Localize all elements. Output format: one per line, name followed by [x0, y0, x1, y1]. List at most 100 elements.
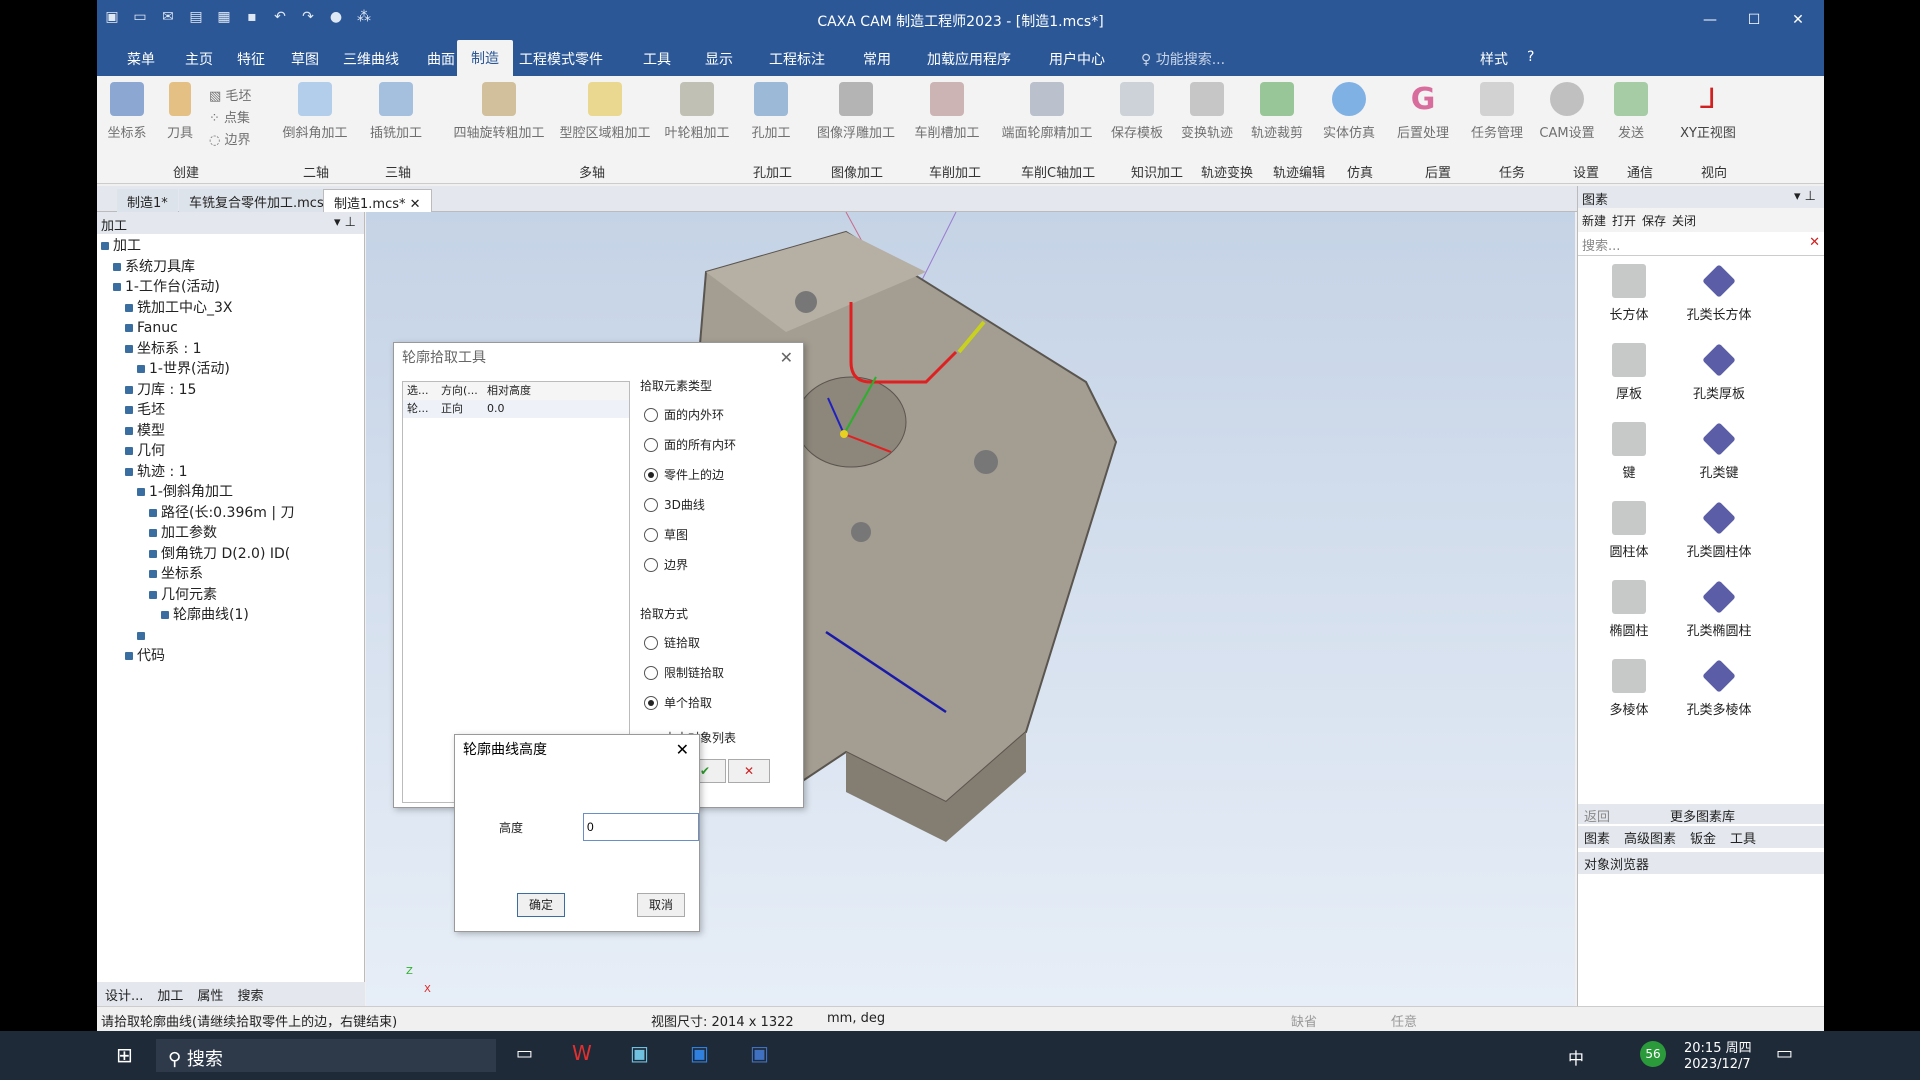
- ok-button[interactable]: 确定: [517, 893, 565, 917]
- menu-home[interactable]: 主页: [185, 49, 213, 69]
- pick-list-row[interactable]: 轮... 正向 0.0: [403, 400, 629, 418]
- tree-item[interactable]: 刀库 : 15: [97, 380, 364, 401]
- style-menu[interactable]: 样式: [1480, 49, 1508, 69]
- pin-icon[interactable]: ▾ ⊥: [334, 215, 356, 230]
- ime-indicator[interactable]: 中: [1568, 1045, 1584, 1069]
- tab-properties[interactable]: 属性: [197, 985, 223, 1004]
- tree-item[interactable]: 轨迹 : 1: [97, 462, 364, 483]
- tree-item[interactable]: 模型: [97, 421, 364, 442]
- radio-option[interactable]: 零件上的边: [640, 460, 796, 490]
- menu-load-apps[interactable]: 加载应用程序: [927, 49, 1011, 69]
- tree-item[interactable]: 1-工作台(活动): [97, 277, 364, 298]
- radio-option[interactable]: 3D曲线: [640, 490, 796, 520]
- library-search[interactable]: 搜索... ✕: [1578, 232, 1824, 256]
- snap-mode[interactable]: 任意: [1391, 1011, 1417, 1030]
- caxa-app-icon[interactable]: ▣: [630, 1041, 649, 1065]
- tree-item[interactable]: 1-世界(活动): [97, 359, 364, 380]
- tree-item[interactable]: 几何元素: [97, 585, 364, 606]
- menu-display[interactable]: 显示: [705, 49, 733, 69]
- ribbon-cam-settings[interactable]: CAM设置: [1537, 82, 1597, 141]
- close-button[interactable]: 关闭: [1672, 212, 1696, 228]
- primitive-item[interactable]: 多棱体: [1584, 659, 1674, 718]
- save-button[interactable]: 保存: [1642, 212, 1666, 228]
- close-icon[interactable]: ✕: [676, 735, 689, 765]
- tree-item[interactable]: 加工参数: [97, 523, 364, 544]
- ribbon-plunge[interactable]: 插铣加工: [367, 82, 425, 141]
- tree-item[interactable]: 倒角铣刀 D(2.0) ID(: [97, 544, 364, 565]
- tree-item[interactable]: 几何: [97, 441, 364, 462]
- action-center-icon[interactable]: ▭: [1776, 1043, 1793, 1064]
- radio-option[interactable]: 面的所有内环: [640, 430, 796, 460]
- primitive-item[interactable]: 厚板: [1584, 343, 1674, 402]
- taskbar-search[interactable]: ⚲ 搜索: [156, 1039, 496, 1072]
- height-input[interactable]: [583, 813, 699, 841]
- tree-item[interactable]: 代码: [97, 646, 364, 667]
- tab-search[interactable]: 搜索: [237, 985, 263, 1004]
- ribbon-point-set[interactable]: ⁘ 点集: [209, 108, 251, 130]
- clock-date[interactable]: 2023/12/7: [1684, 1057, 1751, 1072]
- ribbon-xy-view[interactable]: ⅃ XY正视图: [1673, 82, 1743, 141]
- ribbon-send[interactable]: 发送: [1611, 82, 1651, 141]
- radio-option[interactable]: 面的内外环: [640, 400, 796, 430]
- ribbon-transform[interactable]: 变换轨迹: [1177, 82, 1237, 141]
- cancel-button[interactable]: ✕: [728, 759, 770, 783]
- primitive-item[interactable]: 孔类长方体: [1674, 264, 1764, 323]
- ribbon-boundary[interactable]: ◌ 边界: [209, 130, 251, 152]
- photos-icon[interactable]: ▣: [690, 1041, 709, 1065]
- primitive-item[interactable]: 键: [1584, 422, 1674, 481]
- radio-option[interactable]: 边界: [640, 550, 796, 580]
- default-layer[interactable]: 缺省: [1291, 1011, 1317, 1030]
- ribbon-chamfer[interactable]: 倒斜角加工: [279, 82, 351, 141]
- primitive-item[interactable]: 圆柱体: [1584, 501, 1674, 560]
- tab-advanced[interactable]: 高级图素: [1624, 828, 1676, 847]
- cancel-button[interactable]: 取消: [637, 893, 685, 917]
- ribbon-face-contour[interactable]: 端面轮廓精加工: [997, 82, 1097, 141]
- back-button[interactable]: 返回: [1584, 810, 1610, 825]
- close-icon[interactable]: ✕: [780, 343, 793, 373]
- ribbon-coordinate[interactable]: 坐标系: [107, 82, 147, 141]
- notification-badge[interactable]: 56: [1640, 1041, 1666, 1067]
- menu-annotation[interactable]: 工程标注: [769, 49, 825, 69]
- radio-option[interactable]: 链拾取: [640, 628, 796, 658]
- 3d-viewport[interactable]: Z X 轮廓拾取工具 ✕ 选... 方向(... 相对高度 轮... 正向 0.0…: [366, 211, 1575, 1006]
- ribbon-impeller[interactable]: 叶轮粗加工: [659, 82, 735, 141]
- ribbon-relief[interactable]: 图像浮雕加工: [811, 82, 901, 141]
- primitive-item[interactable]: 孔类厚板: [1674, 343, 1764, 402]
- tree-item[interactable]: Fanuc: [97, 318, 364, 339]
- tree-item[interactable]: 加工: [97, 236, 364, 257]
- pin-icon[interactable]: ▾ ⊥: [1794, 189, 1816, 204]
- tab-doc-1[interactable]: 制造1*: [117, 189, 178, 212]
- menu-surface[interactable]: 曲面: [427, 49, 455, 69]
- ribbon-postprocess[interactable]: G 后置处理: [1393, 82, 1453, 141]
- windows-start-icon[interactable]: ⊞: [116, 1043, 133, 1067]
- task-view-icon[interactable]: ▭: [516, 1043, 533, 1064]
- menu-main[interactable]: 菜单: [127, 49, 155, 69]
- primitive-item[interactable]: 孔类多棱体: [1674, 659, 1764, 718]
- menu-common[interactable]: 常用: [863, 49, 891, 69]
- primitive-item[interactable]: 长方体: [1584, 264, 1674, 323]
- more-library-button[interactable]: 更多图素库: [1670, 810, 1735, 825]
- menu-3d-curve[interactable]: 三维曲线: [343, 49, 399, 69]
- clear-search-icon[interactable]: ✕: [1809, 235, 1820, 250]
- menu-engineering-parts[interactable]: 工程模式零件: [519, 49, 603, 69]
- radio-option[interactable]: 限制链拾取: [640, 658, 796, 688]
- tree-item[interactable]: 坐标系: [97, 564, 364, 585]
- tree-item[interactable]: 毛坯: [97, 400, 364, 421]
- primitive-item[interactable]: 孔类圆柱体: [1674, 501, 1764, 560]
- tab-tools[interactable]: 工具: [1730, 828, 1756, 847]
- tab-design[interactable]: 设计...: [105, 985, 143, 1004]
- tree-item[interactable]: 路径(长:0.396m | 刀: [97, 503, 364, 524]
- tree-item[interactable]: 铣加工中心_3X: [97, 298, 364, 319]
- feature-search[interactable]: ♀ 功能搜索...: [1141, 49, 1225, 69]
- tree-item[interactable]: 坐标系 : 1: [97, 339, 364, 360]
- ribbon-groove[interactable]: 车削槽加工: [909, 82, 985, 141]
- minimize-button[interactable]: —: [1688, 6, 1732, 34]
- menu-manufacturing[interactable]: 制造: [457, 40, 513, 76]
- ribbon-cavity[interactable]: 型腔区域粗加工: [555, 82, 655, 141]
- new-button[interactable]: 新建: [1582, 212, 1606, 228]
- ribbon-hole[interactable]: 孔加工: [747, 82, 795, 141]
- menu-user-center[interactable]: 用户中心: [1049, 49, 1105, 69]
- tab-machining[interactable]: 加工: [157, 985, 183, 1004]
- ribbon-tool[interactable]: 刀具: [165, 82, 195, 141]
- tab-doc-2[interactable]: 车铣复合零件加工.mcs*: [179, 189, 341, 212]
